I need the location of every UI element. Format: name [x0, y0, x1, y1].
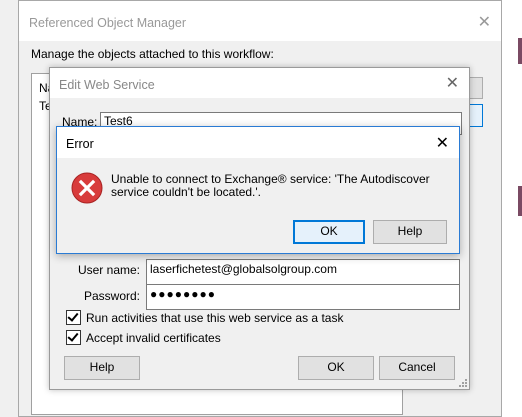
error-help-button[interactable]: Help: [373, 220, 447, 244]
password-label: Password:: [83, 289, 140, 303]
run-as-task-checkbox[interactable]: Run activities that use this web service…: [66, 310, 343, 325]
help-button[interactable]: Help: [64, 356, 140, 380]
background-window-strip: [502, 0, 522, 417]
accept-invalid-certs-label: Accept invalid certificates: [86, 330, 221, 345]
resize-grip-icon[interactable]: [457, 377, 467, 387]
username-field[interactable]: laserfichetest@globalsolgroup.com: [146, 259, 460, 285]
close-icon[interactable]: ✕: [446, 73, 459, 93]
background-mark: [518, 38, 522, 64]
username-label: User name:: [77, 263, 140, 277]
error-title: Error: [66, 137, 94, 151]
rom-title: Referenced Object Manager: [29, 16, 187, 30]
rom-description: Manage the objects attached to this work…: [31, 47, 274, 61]
cancel-button[interactable]: Cancel: [379, 356, 455, 380]
run-as-task-label: Run activities that use this web service…: [86, 310, 344, 325]
ews-titlebar: Edit Web Service ✕: [50, 68, 469, 98]
accept-invalid-certs-checkbox[interactable]: Accept invalid certificates: [66, 330, 221, 345]
rom-titlebar: Referenced Object Manager ✕: [19, 1, 501, 41]
checkbox-checked-icon[interactable]: [66, 330, 81, 345]
error-message: Unable to connect to Exchange® service: …: [111, 172, 430, 199]
error-icon: [71, 172, 103, 204]
background-mark: [518, 186, 522, 216]
close-icon[interactable]: ✕: [436, 133, 449, 153]
password-field[interactable]: ●●●●●●●●: [146, 284, 460, 310]
error-ok-button[interactable]: OK: [293, 220, 365, 244]
close-icon[interactable]: ✕: [478, 12, 491, 32]
error-titlebar: Error ✕: [57, 127, 459, 158]
ok-button[interactable]: OK: [298, 356, 374, 380]
error-dialog: Error ✕ Unable to connect to Exchange® s…: [56, 126, 460, 254]
ews-title: Edit Web Service: [59, 78, 155, 92]
checkbox-checked-icon[interactable]: [66, 310, 81, 325]
